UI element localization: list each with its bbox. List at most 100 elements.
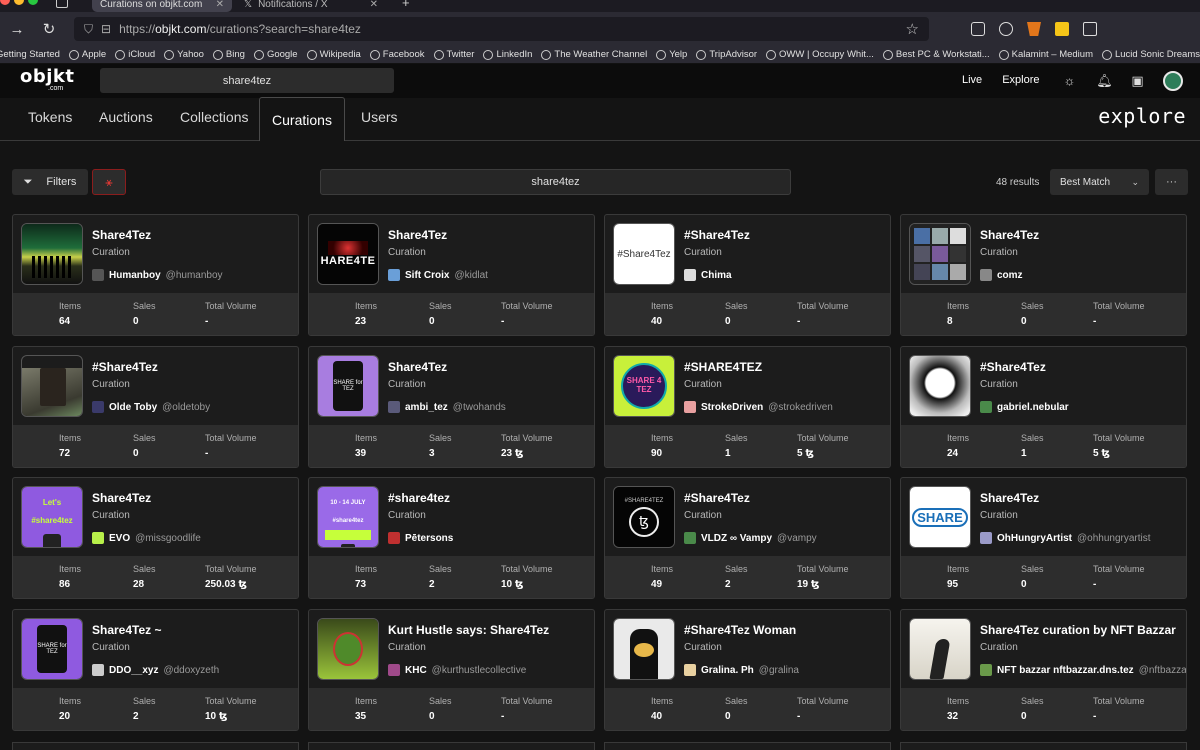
curation-title[interactable]: Share4Tez [92,228,151,242]
curation-thumbnail[interactable] [909,223,971,285]
bookmark-item[interactable]: Twitter [433,49,474,60]
site-info-icon[interactable]: ⊟ [101,22,111,36]
extension-tag-icon[interactable] [1055,22,1069,36]
zoom-window-dot[interactable] [28,0,38,5]
curation-thumbnail[interactable]: #Share4Tez [613,223,675,285]
curation-title[interactable]: Share4Tez [388,360,447,374]
reload-icon[interactable]: ↻ [40,20,58,38]
curation-owner[interactable]: DDO__xyz @ddoxyzeth [92,664,219,676]
bookmark-item[interactable]: Lucid Sonic Dreams... [1101,49,1200,60]
curation-title[interactable]: #share4tez [388,491,450,505]
curation-thumbnail[interactable] [909,355,971,417]
curation-thumbnail[interactable] [21,355,83,417]
forward-icon[interactable]: → [8,20,26,38]
bookmark-item[interactable]: LinkedIn [483,49,532,60]
curation-thumbnail[interactable]: Let's #share4tez [21,486,83,548]
tab-auctions[interactable]: Auctions [99,109,153,125]
curation-card[interactable]: 10 - 14 JULY #share4tez #share4tez Curat… [308,477,595,599]
curation-owner[interactable]: NFT bazzar nftbazzar.dns.tez @nftbazza..… [980,664,1186,676]
curation-thumbnail[interactable] [613,618,675,680]
curation-owner[interactable]: comz [980,269,1023,281]
curation-thumbnail[interactable]: #SHARE4TEZ ꜩ [613,486,675,548]
user-avatar[interactable] [1163,71,1183,91]
bookmark-item[interactable]: Facebook [369,49,425,60]
curation-title[interactable]: Share4Tez [980,491,1039,505]
bookmark-item[interactable]: Getting Started [0,49,60,60]
curation-card[interactable]: #SHARE4TEZ ꜩ #Share4Tez Curation VLDZ ∞ V… [604,477,891,599]
curation-thumbnail[interactable]: HARE4TE [317,223,379,285]
curation-card[interactable]: #Share4Tez Woman Curation Gralina. Ph @g… [604,609,891,731]
bookmark-item[interactable]: Best PC & Workstati... [882,49,990,60]
curation-thumbnail[interactable]: SHARE for TEZ [21,618,83,680]
extensions-icon[interactable] [1083,22,1097,36]
header-search-input[interactable]: share4tez [100,68,394,93]
tab-collections[interactable]: Collections [180,109,248,125]
curation-card[interactable]: HARE4TE Share4Tez Curation Sift Croix @k… [308,214,595,336]
tab-overview-icon[interactable] [56,0,68,8]
new-tab-icon[interactable]: + [402,0,410,10]
curation-thumbnail[interactable] [21,223,83,285]
tab-users[interactable]: Users [361,109,398,125]
minimize-window-dot[interactable] [14,0,24,5]
pocket-icon[interactable] [971,22,985,36]
account-icon[interactable] [999,22,1013,36]
curation-title[interactable]: #Share4Tez [684,491,750,505]
curation-owner[interactable]: Humanboy @humanboy [92,269,223,281]
curation-thumbnail[interactable] [317,618,379,680]
curation-card[interactable]: Let's #share4tez Share4Tez Curation EVO … [12,477,299,599]
curation-title[interactable]: #Share4Tez Woman [684,623,796,637]
curation-owner[interactable]: Pētersons [388,532,453,544]
tab-curations[interactable]: Curations [259,97,345,141]
bookmark-item[interactable]: OWW | Occupy Whit... [766,49,874,60]
bookmark-item[interactable]: Kalamint – Medium [998,49,1093,60]
curation-title[interactable]: #Share4Tez [684,228,750,242]
curation-title[interactable]: Kurt Hustle says: Share4Tez [388,623,549,637]
curation-owner[interactable]: gabriel.nebular [980,401,1069,413]
wallet-icon[interactable]: ▣ [1130,73,1145,88]
objkt-logo[interactable]: objkt .com [20,68,75,93]
curation-owner[interactable]: Olde Toby @oldetoby [92,401,210,413]
curation-title[interactable]: #Share4Tez [92,360,158,374]
curation-card[interactable]: SHARE 4 TEZ #SHARE4TEZ Curation StrokeDr… [604,346,891,468]
curation-owner[interactable]: Chima [684,269,732,281]
curation-owner[interactable]: OhHungryArtist @ohhungryartist [980,532,1151,544]
curation-owner[interactable]: Sift Croix @kidlat [388,269,488,281]
bookmark-item[interactable]: Google [253,49,298,60]
curation-search-input[interactable]: share4tez [320,169,791,195]
curation-title[interactable]: Share4Tez [388,228,447,242]
close-window-dot[interactable] [0,0,10,5]
curation-owner[interactable]: ambi_tez @twohands [388,401,506,413]
browser-tab-notifications[interactable]: 𝕏 Notifications / X ✕ [236,0,386,12]
curation-card[interactable]: SHARE for TEZ Share4Tez Curation ambi_te… [308,346,595,468]
curation-card[interactable]: Share4Tez curation by NFT Bazzar Curatio… [900,609,1187,731]
bookmark-item[interactable]: Yelp [656,49,687,60]
curation-card[interactable]: Share4Tez Curation comz Items 8 Sales 0 … [900,214,1187,336]
curation-card[interactable]: Kurt Hustle says: Share4Tez Curation KHC… [308,609,595,731]
curation-card[interactable]: #Share4Tez Curation Olde Toby @oldetoby … [12,346,299,468]
clear-filters-button[interactable]: ⚹ [92,169,126,195]
curation-owner[interactable]: KHC @kurthustlecollective [388,664,526,676]
bookmark-item[interactable]: TripAdvisor [696,49,757,60]
curation-owner[interactable]: Gralina. Ph @gralina [684,664,799,676]
bookmark-item[interactable]: The Weather Channel [541,49,647,60]
bookmark-item[interactable]: Wikipedia [306,49,361,60]
address-bar[interactable]: ⛉ ⊟ https://objkt.com/curations?search=s… [74,17,929,41]
theme-toggle-icon[interactable]: ☼ [1062,73,1077,88]
curation-thumbnail[interactable]: 10 - 14 JULY #share4tez [317,486,379,548]
curation-thumbnail[interactable]: SHARE for TEZ [317,355,379,417]
filters-button[interactable]: ⏷ Filters [12,169,88,195]
curation-owner[interactable]: EVO @missgoodlife [92,532,201,544]
curation-thumbnail[interactable] [909,618,971,680]
sort-select[interactable]: Best Match ⌄ [1050,169,1149,195]
curation-title[interactable]: Share4Tez ~ [92,623,161,637]
curation-title[interactable]: #SHARE4TEZ [684,360,762,374]
more-options-button[interactable]: ··· [1155,169,1188,195]
curation-title[interactable]: Share4Tez [92,491,151,505]
bookmark-item[interactable]: iCloud [115,49,155,60]
curation-card[interactable]: #Share4Tez Curation gabriel.nebular Item… [900,346,1187,468]
metamask-icon[interactable] [1027,22,1041,36]
curation-card[interactable]: #Share4Tez #Share4Tez Curation Chima Ite… [604,214,891,336]
notifications-bell-icon[interactable]: 🔔︎ [1096,73,1113,88]
bookmark-item[interactable]: Yahoo [164,49,204,60]
curation-title[interactable]: #Share4Tez [980,360,1046,374]
